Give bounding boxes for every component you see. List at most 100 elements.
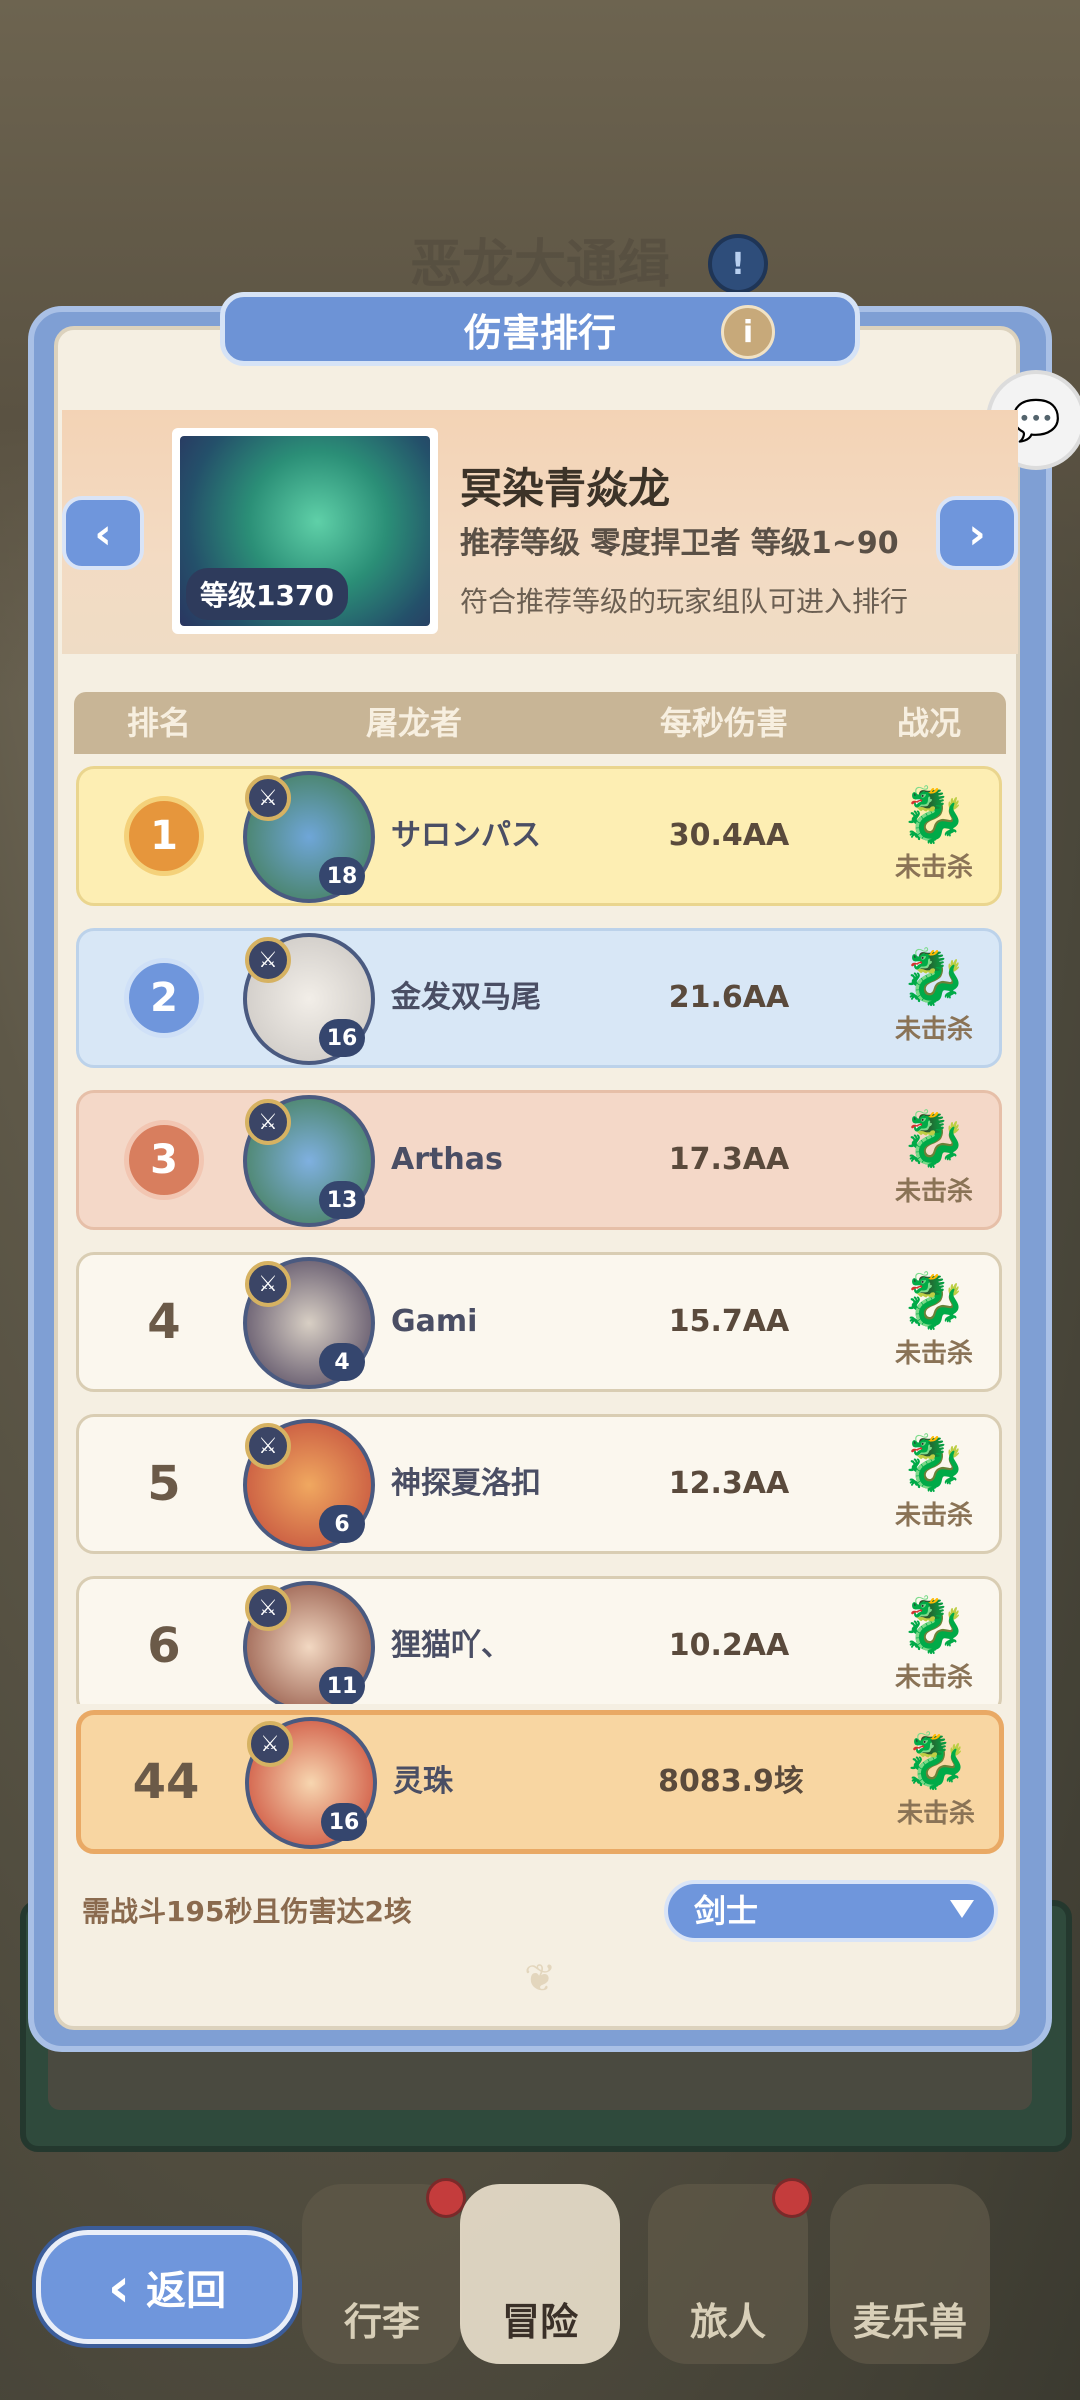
my-rank-row[interactable]: 44 ⚔ 16 灵珠 8083.9垓 🐉 未击杀 (76, 1710, 1004, 1854)
class-dropdown[interactable]: 剑士 (664, 1880, 998, 1942)
back-button-label: 返回 (146, 2268, 227, 2314)
player-name: 金发双马尾 (391, 980, 541, 1015)
player-level: 16 (321, 1803, 367, 1841)
avatar[interactable]: ⚔ 16 (243, 933, 375, 1065)
table-row[interactable]: 1 ⚔ 18 サロンパス 30.4AA 🐉 未击杀 (76, 766, 1002, 906)
header-dps: 每秒伤害 (659, 704, 788, 742)
gold-medal-icon: 1 (124, 796, 204, 876)
caret-down-icon (950, 1900, 974, 1918)
class-selected-label: 剑士 (694, 1892, 759, 1930)
info-icon[interactable]: i (721, 305, 775, 359)
avatar[interactable]: ⚔ 11 (243, 1581, 375, 1704)
nav-item-label: 冒险 (501, 2300, 578, 2344)
rank-number: 6 (147, 1618, 181, 1674)
nav-item-label: 麦乐兽 (852, 2300, 967, 2344)
player-dps: 21.6AA (668, 980, 790, 1015)
avatar[interactable]: ⚔ 18 (243, 771, 375, 903)
dragon-icon: 🐉 (900, 1269, 968, 1332)
player-name: 狸猫吖、 (391, 1628, 511, 1663)
rank-number: 4 (147, 1294, 181, 1350)
sword-badge-icon: ⚔ (245, 1585, 291, 1631)
boss-note: 符合推荐等级的玩家组队可进入排行 (460, 585, 909, 618)
sword-badge-icon: ⚔ (245, 1261, 291, 1307)
kill-status: 🐉 未击杀 (869, 1593, 999, 1704)
player-dps: 15.7AA (668, 1304, 790, 1339)
prev-boss-button[interactable]: ‹ (62, 496, 144, 570)
player-level: 6 (319, 1505, 365, 1543)
nav-item-adventure[interactable]: 冒险 (460, 2184, 620, 2364)
dragon-portrait-image: 等级1370 (180, 436, 430, 626)
sword-badge-icon: ⚔ (247, 1721, 293, 1767)
player-level: 11 (319, 1667, 365, 1704)
kill-status: 🐉 未击杀 (869, 1107, 999, 1223)
sword-badge-icon: ⚔ (245, 1099, 291, 1145)
back-button[interactable]: ‹ 返回 (36, 2230, 298, 2344)
panel-title-tab: 伤害排行 i (220, 292, 860, 366)
notification-dot-icon (772, 2178, 812, 2218)
status-text: 未击杀 (894, 1177, 973, 1207)
nav-item-travelers[interactable]: 旅人 (648, 2178, 812, 2364)
dragon-icon: 🐉 (900, 945, 968, 1008)
header-status: 战况 (896, 704, 961, 742)
player-level: 13 (319, 1181, 365, 1219)
bronze-medal-icon: 3 (124, 1120, 204, 1200)
table-row[interactable]: 5 ⚔ 6 神探夏洛扣 12.3AA 🐉 未击杀 (76, 1414, 1002, 1554)
boss-recommendation: 推荐等级 零度捍卫者 等级1~90 (460, 526, 899, 561)
player-level: 4 (319, 1343, 365, 1381)
status-text: 未击杀 (894, 853, 973, 883)
table-row[interactable]: 3 ⚔ 13 Arthas 17.3AA 🐉 未击杀 (76, 1090, 1002, 1230)
player-dps: 12.3AA (668, 1466, 790, 1501)
back-arrow-icon: ‹ (107, 2255, 131, 2319)
status-text: 未击杀 (894, 1663, 973, 1693)
header-player: 屠龙者 (365, 704, 462, 742)
nav-item-luggage[interactable]: 行李 (302, 2178, 466, 2364)
table-row[interactable]: 6 ⚔ 11 狸猫吖、 10.2AA 🐉 未击杀 (76, 1576, 1002, 1704)
player-name: サロンパス (391, 818, 541, 853)
player-dps: 30.4AA (668, 818, 790, 853)
player-level: 18 (319, 857, 365, 895)
boss-name: 冥染青焱龙 (460, 464, 671, 513)
rank-cell: 2 (79, 931, 249, 1065)
kill-status: 🐉 未击杀 (871, 1729, 1001, 1845)
header-rank: 排名 (126, 704, 191, 742)
ranking-list[interactable]: 1 ⚔ 18 サロンパス 30.4AA 🐉 未击杀 2 ⚔ 16 金发双马尾 2… (74, 766, 1006, 1704)
rank-number: 44 (132, 1754, 200, 1810)
rank-number: 5 (147, 1456, 181, 1512)
sword-badge-icon: ⚔ (245, 775, 291, 821)
nav-item-label: 旅人 (689, 2300, 766, 2344)
chevron-left-icon: ‹ (94, 508, 112, 558)
avatar[interactable]: ⚔ 6 (243, 1419, 375, 1551)
background-title: 恶龙大通缉 (409, 235, 670, 295)
status-text: 未击杀 (896, 1799, 975, 1829)
table-row[interactable]: 2 ⚔ 16 金发双马尾 21.6AA 🐉 未击杀 (76, 928, 1002, 1068)
background-info-icon: ! (708, 234, 768, 294)
next-boss-button[interactable]: › (936, 496, 1018, 570)
table-header: 排名 屠龙者 每秒伤害 战况 (74, 692, 1006, 754)
nav-item-label: 行李 (343, 2300, 420, 2344)
decorative-ornament-icon: ❦ (524, 1956, 556, 2000)
rank-cell: 3 (79, 1093, 249, 1227)
player-dps: 17.3AA (668, 1142, 790, 1177)
chevron-right-icon: › (968, 508, 986, 558)
player-level: 16 (319, 1019, 365, 1057)
avatar[interactable]: ⚔ 13 (243, 1095, 375, 1227)
player-name: 灵珠 (393, 1764, 453, 1799)
kill-status: 🐉 未击杀 (869, 1269, 999, 1385)
sword-badge-icon: ⚔ (245, 937, 291, 983)
rank-cell: 1 (79, 769, 249, 903)
avatar[interactable]: ⚔ 16 (245, 1717, 377, 1849)
player-name: 神探夏洛扣 (391, 1466, 541, 1501)
notification-dot-icon (426, 2178, 466, 2218)
status-text: 未击杀 (894, 1501, 973, 1531)
sword-badge-icon: ⚔ (245, 1423, 291, 1469)
dragon-icon: 🐉 (900, 1107, 968, 1170)
dragon-icon: 🐉 (900, 1593, 968, 1656)
dragon-icon: 🐉 (900, 783, 968, 846)
nav-item-pets[interactable]: 麦乐兽 (830, 2184, 990, 2364)
player-name: Gami (391, 1304, 478, 1339)
table-row[interactable]: 4 ⚔ 4 Gami 15.7AA 🐉 未击杀 (76, 1252, 1002, 1392)
kill-status: 🐉 未击杀 (869, 783, 999, 899)
status-text: 未击杀 (894, 1339, 973, 1369)
player-name: Arthas (391, 1142, 503, 1177)
avatar[interactable]: ⚔ 4 (243, 1257, 375, 1389)
